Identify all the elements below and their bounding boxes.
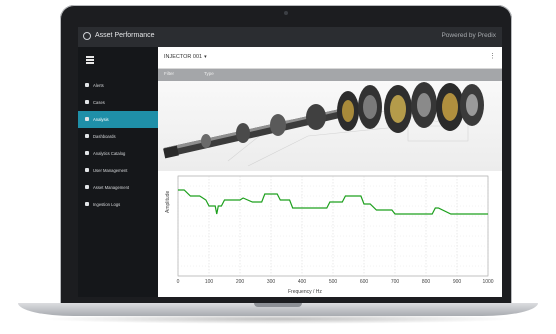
x-tick-label: 500 — [329, 279, 338, 285]
x-tick-label: 1000 — [482, 279, 493, 285]
sidebar-item-analytics-catalog[interactable]: Analytics Catalog — [78, 145, 158, 162]
x-tick-label: 600 — [360, 279, 369, 285]
caret-down-icon: ▾ — [204, 54, 207, 60]
chart-icon — [85, 117, 89, 121]
sidebar-item-label: Ingestion Logs — [93, 202, 121, 207]
menu-icon[interactable] — [86, 56, 94, 65]
asset-select[interactable]: INJECTOR 001 ▾ — [164, 54, 207, 60]
sidebar-item-ingestion-logs[interactable]: Ingestion Logs — [78, 196, 158, 213]
sidebar-item-label: Alerts — [93, 83, 104, 88]
tab-filter[interactable]: Filter — [164, 71, 174, 76]
laptop-base — [18, 303, 538, 316]
sidebar-item-alerts[interactable]: Alerts — [78, 77, 158, 94]
x-tick-label: 200 — [236, 279, 245, 285]
camera-icon — [284, 11, 288, 15]
sidebar-item-label: Asset Management — [93, 185, 130, 190]
sidebar-item-label: Dashboards — [93, 134, 116, 139]
turbine-discs — [337, 82, 484, 133]
rotor-shaft — [163, 104, 362, 159]
warning-icon — [85, 83, 89, 87]
spectrum-plot: 0 100 200 300 400 500 600 700 800 900 1000 — [177, 175, 494, 285]
app-logo-icon — [83, 32, 91, 40]
x-tick-label: 0 — [177, 279, 180, 285]
sidebar: Alerts Cases Analysis Dashboards Analyti… — [78, 47, 158, 297]
x-tick-label: 900 — [453, 279, 462, 285]
more-icon[interactable]: ⋮ — [489, 52, 496, 60]
sidebar-item-label: Analysis — [93, 117, 109, 122]
powered-by-label: Powered by Predix — [441, 32, 496, 39]
x-axis-label: Frequency / Hz — [288, 289, 322, 295]
laptop-notch — [254, 303, 302, 307]
main-content: INJECTOR 001 ▾ ⋮ Filter Type Amplitude 0… — [158, 47, 502, 297]
tab-bar: Filter Type — [158, 69, 502, 81]
y-axis-label: Amplitude — [165, 190, 171, 213]
x-tick-label: 400 — [298, 279, 307, 285]
x-tick-label: 700 — [391, 279, 400, 285]
briefcase-icon — [85, 100, 89, 104]
asset-toolbar: INJECTOR 001 ▾ ⋮ — [158, 47, 502, 69]
cog-icon — [85, 185, 89, 189]
sidebar-item-user-management[interactable]: User Management — [78, 162, 158, 179]
tab-type[interactable]: Type — [204, 71, 214, 76]
sidebar-item-label: Analytics Catalog — [93, 151, 126, 156]
sidebar-item-cases[interactable]: Cases — [78, 94, 158, 111]
wrench-icon — [85, 151, 89, 155]
sidebar-item-asset-management[interactable]: Asset Management — [78, 179, 158, 196]
app-header: Asset Performance Powered by Predix — [78, 27, 502, 47]
users-icon — [85, 168, 89, 172]
x-tick-label: 800 — [422, 279, 431, 285]
spectrum-chart: Amplitude 0 100 200 300 400 500 600 700 800 900 10… — [158, 171, 502, 297]
log-icon — [85, 202, 89, 206]
app-title: Asset Performance — [95, 32, 155, 39]
sidebar-nav: Alerts Cases Analysis Dashboards Analyti… — [78, 77, 158, 213]
machine-viewer[interactable] — [158, 81, 502, 171]
x-tick-label: 300 — [267, 279, 276, 285]
x-tick-label: 100 — [205, 279, 214, 285]
dashboard-icon — [85, 134, 89, 138]
asset-select-value: INJECTOR 001 — [164, 54, 203, 60]
sidebar-item-dashboards[interactable]: Dashboards — [78, 128, 158, 145]
machine-render — [163, 82, 484, 167]
sidebar-item-analysis[interactable]: Analysis — [78, 111, 158, 128]
sidebar-item-label: User Management — [93, 168, 128, 173]
app-screen: Asset Performance Powered by Predix Aler… — [78, 27, 502, 297]
sidebar-item-label: Cases — [93, 100, 105, 105]
